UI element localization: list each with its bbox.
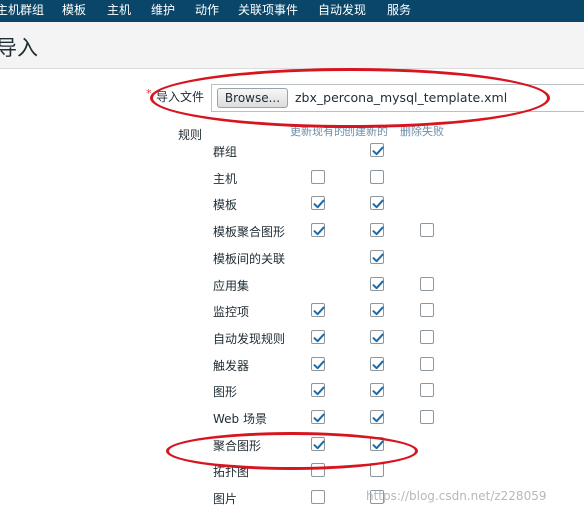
rule-label: 图片 — [213, 492, 238, 507]
check-icon — [313, 226, 325, 236]
page-title: 导入 — [0, 36, 38, 60]
rule-row: 自动发现规则 — [0, 325, 584, 351]
check-icon — [313, 333, 325, 343]
checkbox-update[interactable] — [311, 490, 325, 505]
check-icon — [372, 226, 384, 236]
checkbox-create[interactable] — [370, 143, 384, 157]
checkbox-delete[interactable] — [420, 303, 434, 318]
rule-row: 模板聚合图形 — [0, 218, 584, 244]
check-icon — [313, 386, 325, 396]
annotation-ellipse-file — [150, 68, 550, 128]
check-icon — [372, 333, 384, 343]
check-icon — [372, 199, 384, 209]
check-icon — [313, 306, 325, 316]
nav-item-hosts[interactable]: 主机 — [107, 0, 131, 22]
checkbox-update[interactable] — [311, 410, 325, 424]
rule-label: Web 场景 — [213, 412, 267, 426]
checkbox-update[interactable] — [311, 196, 325, 211]
rule-label: 监控项 — [213, 305, 250, 320]
watermark: https://blog.csdn.net/z228059 — [366, 489, 547, 503]
rule-label: 模板间的关联 — [213, 251, 286, 266]
checkbox-delete[interactable] — [420, 383, 434, 398]
checkbox-update[interactable] — [311, 356, 325, 371]
nav-item-maintenance[interactable]: 维护 — [151, 0, 175, 22]
check-icon — [372, 280, 384, 289]
checkbox-create[interactable] — [370, 410, 384, 424]
nav-item-host-groups[interactable]: 主机群组 — [0, 0, 44, 22]
nav-item-templates[interactable]: 模板 — [62, 0, 86, 22]
annotation-ellipse-screens — [166, 432, 418, 470]
checkbox-create[interactable] — [370, 196, 384, 211]
checkbox-update[interactable] — [311, 169, 325, 184]
rule-row: 监控项 — [0, 298, 584, 324]
rule-row: 群组 — [0, 138, 584, 164]
nav-item-event-correlation[interactable]: 关联项事件 — [238, 0, 298, 22]
check-icon — [313, 413, 325, 423]
rule-label: 触发器 — [213, 358, 250, 373]
rule-label: 群组 — [213, 145, 238, 159]
check-icon — [372, 253, 384, 262]
checkbox-create[interactable] — [370, 356, 384, 371]
checkbox-delete[interactable] — [420, 329, 434, 344]
checkbox-create[interactable] — [370, 383, 384, 398]
checkbox-create[interactable] — [370, 169, 384, 184]
checkbox-delete[interactable] — [420, 223, 434, 238]
rule-row: 主机 — [0, 165, 584, 191]
checkbox-create[interactable] — [370, 303, 384, 318]
rule-row: 应用集 — [0, 272, 584, 298]
check-icon — [313, 199, 325, 209]
check-icon — [372, 146, 384, 156]
checkbox-create[interactable] — [370, 276, 384, 291]
check-icon — [372, 386, 384, 396]
checkbox-update[interactable] — [311, 383, 325, 398]
nav-item-services[interactable]: 服务 — [387, 0, 411, 22]
checkbox-update[interactable] — [311, 329, 325, 344]
rule-label: 模板聚合图形 — [213, 225, 286, 240]
rule-row: 模板间的关联 — [0, 245, 584, 271]
title-bar: 导入 — [0, 22, 584, 69]
check-icon — [372, 306, 384, 316]
rule-row: 触发器 — [0, 352, 584, 378]
check-icon — [372, 360, 384, 369]
checkbox-update[interactable] — [311, 303, 325, 318]
rule-label: 自动发现规则 — [213, 331, 286, 346]
nav-item-discovery[interactable]: 自动发现 — [318, 0, 366, 22]
checkbox-delete[interactable] — [420, 410, 434, 424]
rule-label: 图形 — [213, 385, 238, 400]
top-nav: 主机群组 模板 主机 维护 动作 关联项事件 自动发现 服务 — [0, 0, 584, 22]
rule-label: 主机 — [213, 171, 238, 186]
check-icon — [372, 413, 384, 423]
rule-label: 应用集 — [213, 278, 250, 293]
checkbox-create[interactable] — [370, 329, 384, 344]
rule-row: 图形 — [0, 378, 584, 404]
rule-label: 模板 — [213, 198, 238, 213]
checkbox-delete[interactable] — [420, 356, 434, 371]
checkbox-delete[interactable] — [420, 276, 434, 291]
rule-row: 模板 — [0, 191, 584, 217]
rule-row: Web 场景 — [0, 405, 584, 431]
nav-item-actions[interactable]: 动作 — [195, 0, 219, 22]
check-icon — [313, 360, 325, 369]
checkbox-create[interactable] — [370, 249, 384, 264]
checkbox-create[interactable] — [370, 223, 384, 238]
checkbox-update[interactable] — [311, 223, 325, 238]
